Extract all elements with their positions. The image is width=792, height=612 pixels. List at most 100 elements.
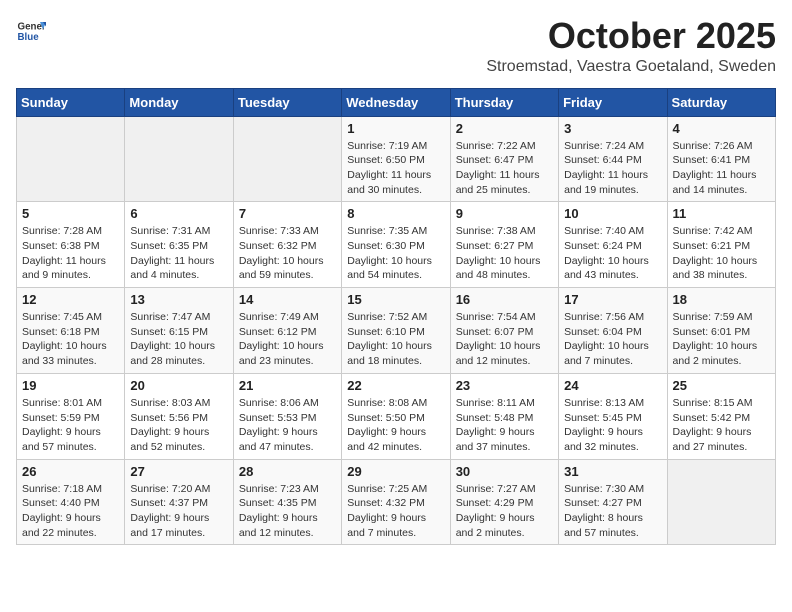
calendar-cell: 6 Sunrise: 7:31 AMSunset: 6:35 PMDaylight… — [125, 202, 233, 288]
calendar-cell: 27Sunrise: 7:20 AMSunset: 4:37 PMDayligh… — [125, 459, 233, 545]
day-number: 1 — [347, 121, 444, 136]
day-header-friday: Friday — [559, 88, 667, 116]
day-header-tuesday: Tuesday — [233, 88, 341, 116]
day-info: Sunrise: 7:28 AMSunset: 6:38 PMDaylight:… — [22, 224, 119, 283]
calendar-cell: 10 Sunrise: 7:40 AMSunset: 6:24 PMDayligh… — [559, 202, 667, 288]
calendar-cell: 18 Sunrise: 7:59 AMSunset: 6:01 PMDayligh… — [667, 288, 775, 374]
day-number: 5 — [22, 206, 119, 221]
day-info: Sunrise: 7:27 AMSunset: 4:29 PMDaylight:… — [456, 482, 553, 541]
day-info: Sunrise: 7:45 AMSunset: 6:18 PMDaylight:… — [22, 310, 119, 369]
day-info: Sunrise: 7:33 AMSunset: 6:32 PMDaylight:… — [239, 224, 336, 283]
day-number: 24 — [564, 378, 661, 393]
week-row-1: 1Sunrise: 7:19 AMSunset: 6:50 PMDaylight… — [17, 116, 776, 202]
week-row-2: 5 Sunrise: 7:28 AMSunset: 6:38 PMDaylight… — [17, 202, 776, 288]
day-info: Sunrise: 7:35 AMSunset: 6:30 PMDaylight:… — [347, 224, 444, 283]
calendar-cell: 9 Sunrise: 7:38 AMSunset: 6:27 PMDaylight… — [450, 202, 558, 288]
day-info: Sunrise: 7:59 AMSunset: 6:01 PMDaylight:… — [673, 310, 770, 369]
day-number: 29 — [347, 464, 444, 479]
day-info: Sunrise: 8:15 AMSunset: 5:42 PMDaylight:… — [673, 396, 770, 455]
day-info: Sunrise: 8:13 AMSunset: 5:45 PMDaylight:… — [564, 396, 661, 455]
calendar-cell: 3Sunrise: 7:24 AMSunset: 6:44 PMDaylight… — [559, 116, 667, 202]
day-number: 11 — [673, 206, 770, 221]
calendar-table: SundayMondayTuesdayWednesdayThursdayFrid… — [16, 88, 776, 546]
calendar-cell — [125, 116, 233, 202]
calendar-cell: 31Sunrise: 7:30 AMSunset: 4:27 PMDayligh… — [559, 459, 667, 545]
calendar-cell: 26Sunrise: 7:18 AMSunset: 4:40 PMDayligh… — [17, 459, 125, 545]
day-info: Sunrise: 7:31 AMSunset: 6:35 PMDaylight:… — [130, 224, 227, 283]
day-number: 23 — [456, 378, 553, 393]
calendar-cell: 4 Sunrise: 7:26 AMSunset: 6:41 PMDaylight… — [667, 116, 775, 202]
calendar-cell: 15 Sunrise: 7:52 AMSunset: 6:10 PMDayligh… — [342, 288, 450, 374]
calendar-cell: 13Sunrise: 7:47 AMSunset: 6:15 PMDayligh… — [125, 288, 233, 374]
calendar-body: 1Sunrise: 7:19 AMSunset: 6:50 PMDaylight… — [17, 116, 776, 545]
day-number: 18 — [673, 292, 770, 307]
day-number: 6 — [130, 206, 227, 221]
calendar-cell: 17 Sunrise: 7:56 AMSunset: 6:04 PMDayligh… — [559, 288, 667, 374]
day-info: Sunrise: 8:01 AMSunset: 5:59 PMDaylight:… — [22, 396, 119, 455]
day-info: Sunrise: 7:52 AMSunset: 6:10 PMDaylight:… — [347, 310, 444, 369]
page-header: General Blue October 2025 Stroemstad, Va… — [16, 16, 776, 76]
day-number: 4 — [673, 121, 770, 136]
calendar-cell: 5 Sunrise: 7:28 AMSunset: 6:38 PMDaylight… — [17, 202, 125, 288]
day-info: Sunrise: 7:22 AMSunset: 6:47 PMDaylight:… — [456, 139, 553, 198]
day-number: 7 — [239, 206, 336, 221]
day-info: Sunrise: 7:20 AMSunset: 4:37 PMDaylight:… — [130, 482, 227, 541]
calendar-cell: 30 Sunrise: 7:27 AMSunset: 4:29 PMDayligh… — [450, 459, 558, 545]
day-header-thursday: Thursday — [450, 88, 558, 116]
calendar-cell: 21 Sunrise: 8:06 AMSunset: 5:53 PMDayligh… — [233, 373, 341, 459]
day-info: Sunrise: 7:24 AMSunset: 6:44 PMDaylight:… — [564, 139, 661, 198]
calendar-cell: 22 Sunrise: 8:08 AMSunset: 5:50 PMDayligh… — [342, 373, 450, 459]
week-row-4: 19 Sunrise: 8:01 AMSunset: 5:59 PMDayligh… — [17, 373, 776, 459]
day-info: Sunrise: 8:08 AMSunset: 5:50 PMDaylight:… — [347, 396, 444, 455]
day-number: 2 — [456, 121, 553, 136]
day-header-monday: Monday — [125, 88, 233, 116]
calendar-cell — [233, 116, 341, 202]
day-number: 10 — [564, 206, 661, 221]
day-info: Sunrise: 7:38 AMSunset: 6:27 PMDaylight:… — [456, 224, 553, 283]
days-header-row: SundayMondayTuesdayWednesdayThursdayFrid… — [17, 88, 776, 116]
day-number: 17 — [564, 292, 661, 307]
month-title: October 2025 — [486, 16, 776, 56]
calendar-cell: 29 Sunrise: 7:25 AMSunset: 4:32 PMDayligh… — [342, 459, 450, 545]
day-info: Sunrise: 7:56 AMSunset: 6:04 PMDaylight:… — [564, 310, 661, 369]
day-number: 19 — [22, 378, 119, 393]
day-info: Sunrise: 7:26 AMSunset: 6:41 PMDaylight:… — [673, 139, 770, 198]
title-area: October 2025 Stroemstad, Vaestra Goetala… — [486, 16, 776, 76]
day-number: 30 — [456, 464, 553, 479]
day-info: Sunrise: 7:30 AMSunset: 4:27 PMDaylight:… — [564, 482, 661, 541]
day-number: 16 — [456, 292, 553, 307]
calendar-cell: 1Sunrise: 7:19 AMSunset: 6:50 PMDaylight… — [342, 116, 450, 202]
calendar-cell: 11 Sunrise: 7:42 AMSunset: 6:21 PMDayligh… — [667, 202, 775, 288]
day-info: Sunrise: 7:40 AMSunset: 6:24 PMDaylight:… — [564, 224, 661, 283]
day-number: 8 — [347, 206, 444, 221]
day-info: Sunrise: 7:25 AMSunset: 4:32 PMDaylight:… — [347, 482, 444, 541]
day-info: Sunrise: 7:54 AMSunset: 6:07 PMDaylight:… — [456, 310, 553, 369]
calendar-cell — [17, 116, 125, 202]
day-number: 9 — [456, 206, 553, 221]
day-info: Sunrise: 7:47 AMSunset: 6:15 PMDaylight:… — [130, 310, 227, 369]
svg-text:Blue: Blue — [18, 32, 40, 43]
calendar-cell: 8 Sunrise: 7:35 AMSunset: 6:30 PMDaylight… — [342, 202, 450, 288]
week-row-5: 26Sunrise: 7:18 AMSunset: 4:40 PMDayligh… — [17, 459, 776, 545]
day-number: 25 — [673, 378, 770, 393]
week-row-3: 12Sunrise: 7:45 AMSunset: 6:18 PMDayligh… — [17, 288, 776, 374]
day-number: 21 — [239, 378, 336, 393]
day-info: Sunrise: 7:42 AMSunset: 6:21 PMDaylight:… — [673, 224, 770, 283]
logo: General Blue — [16, 16, 46, 46]
calendar-cell: 23 Sunrise: 8:11 AMSunset: 5:48 PMDayligh… — [450, 373, 558, 459]
day-info: Sunrise: 8:06 AMSunset: 5:53 PMDaylight:… — [239, 396, 336, 455]
day-info: Sunrise: 7:49 AMSunset: 6:12 PMDaylight:… — [239, 310, 336, 369]
day-header-wednesday: Wednesday — [342, 88, 450, 116]
calendar-cell — [667, 459, 775, 545]
calendar-cell: 24 Sunrise: 8:13 AMSunset: 5:45 PMDayligh… — [559, 373, 667, 459]
day-info: Sunrise: 8:03 AMSunset: 5:56 PMDaylight:… — [130, 396, 227, 455]
day-number: 14 — [239, 292, 336, 307]
day-number: 22 — [347, 378, 444, 393]
day-number: 15 — [347, 292, 444, 307]
day-number: 28 — [239, 464, 336, 479]
day-info: Sunrise: 8:11 AMSunset: 5:48 PMDaylight:… — [456, 396, 553, 455]
calendar-cell: 25 Sunrise: 8:15 AMSunset: 5:42 PMDayligh… — [667, 373, 775, 459]
calendar-cell: 2 Sunrise: 7:22 AMSunset: 6:47 PMDaylight… — [450, 116, 558, 202]
calendar-cell: 16 Sunrise: 7:54 AMSunset: 6:07 PMDayligh… — [450, 288, 558, 374]
calendar-cell: 14 Sunrise: 7:49 AMSunset: 6:12 PMDayligh… — [233, 288, 341, 374]
